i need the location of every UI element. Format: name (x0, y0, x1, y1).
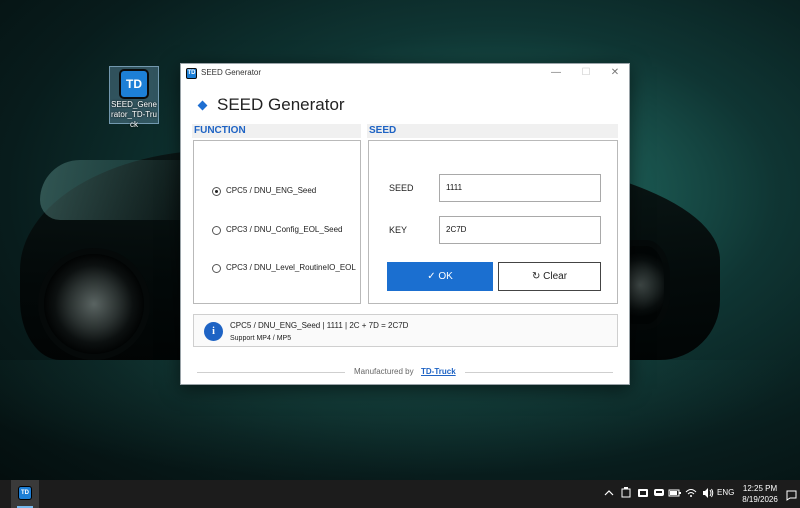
wifi-icon[interactable] (685, 486, 697, 500)
close-button[interactable]: ✕ (600, 64, 630, 83)
car-highlight (40, 160, 200, 220)
info-support: Support MP4 / MP5 (230, 335, 292, 342)
usb-device-icon[interactable] (620, 486, 632, 500)
title-bar[interactable]: TD SEED Generator — ☐ ✕ (181, 64, 629, 83)
function-section-title: FUNCTION (192, 124, 361, 138)
td-app-icon: TD (186, 68, 197, 79)
function-panel: CPC5 / DNU_ENG_Seed CPC3 / DNU_Config_EO… (193, 140, 361, 304)
window-title: SEED Generator (201, 68, 262, 77)
footer-divider-left (197, 372, 345, 373)
manufacturer-link[interactable]: TD-Truck (421, 367, 456, 376)
info-icon: i (204, 322, 223, 341)
seed-panel: SEED 1111 KEY 2C7D ✓ OK ↻ Clear (368, 140, 618, 304)
radio-label: CPC3 / DNU_Config_EOL_Seed (226, 225, 343, 234)
car-front-wheel (38, 248, 150, 360)
clear-button[interactable]: ↻ Clear (498, 262, 601, 291)
minimize-button[interactable]: — (541, 64, 571, 83)
key-output-field[interactable]: 2C7D (439, 216, 601, 244)
radio-dot[interactable] (212, 226, 221, 235)
desktop-shortcut-label: SEED_Generator_TD-Truck (111, 100, 157, 129)
chat-tray-icon[interactable] (653, 486, 665, 500)
footer: Manufactured by TD-Truck (181, 366, 629, 380)
footer-divider-right (465, 372, 613, 373)
volume-icon[interactable] (701, 486, 715, 500)
ok-button[interactable]: ✓ OK (387, 262, 493, 291)
battery-icon[interactable] (668, 486, 682, 500)
seed-label: SEED (389, 183, 414, 193)
radio-label: CPC3 / DNU_Level_RoutineIO_EOL (226, 263, 356, 272)
seed-generator-window: TD SEED Generator — ☐ ✕ SEED Generator F… (180, 63, 630, 385)
key-label: KEY (389, 225, 408, 235)
info-summary: CPC5 / DNU_ENG_Seed | 1111 | 2C + 7D = 2… (230, 321, 409, 330)
td-app-icon: TD (18, 486, 32, 500)
clock-time: 12:25 PM (742, 484, 778, 493)
diamond-icon (197, 100, 208, 111)
info-bar: i CPC5 / DNU_ENG_Seed | 1111 | 2C + 7D =… (193, 314, 618, 347)
radio-dot-selected[interactable] (212, 187, 221, 196)
app-tray-icon[interactable] (637, 486, 649, 500)
taskbar: TD ENG 12:25 PM 8/19/2026 (0, 480, 800, 508)
seed-input[interactable]: 1111 (439, 174, 601, 202)
chevron-up-icon[interactable] (604, 486, 614, 500)
taskbar-seed-generator-app[interactable]: TD (11, 480, 39, 508)
notification-icon[interactable] (786, 488, 797, 506)
desktop-shortcut-seed-generator[interactable]: TD SEED_Generator_TD-Truck (109, 66, 159, 129)
taskbar-clock[interactable]: 12:25 PM 8/19/2026 (740, 483, 780, 505)
page-title: SEED Generator (217, 95, 345, 114)
td-app-icon: TD (119, 69, 149, 99)
clock-date: 8/19/2026 (742, 495, 778, 504)
manufacturer-label: Manufactured by (354, 367, 414, 376)
radio-dot[interactable] (212, 264, 221, 273)
maximize-button[interactable]: ☐ (571, 64, 601, 83)
seed-section-title: SEED (367, 124, 618, 138)
language-indicator[interactable]: ENG (717, 488, 734, 497)
radio-label: CPC5 / DNU_ENG_Seed (226, 186, 317, 195)
